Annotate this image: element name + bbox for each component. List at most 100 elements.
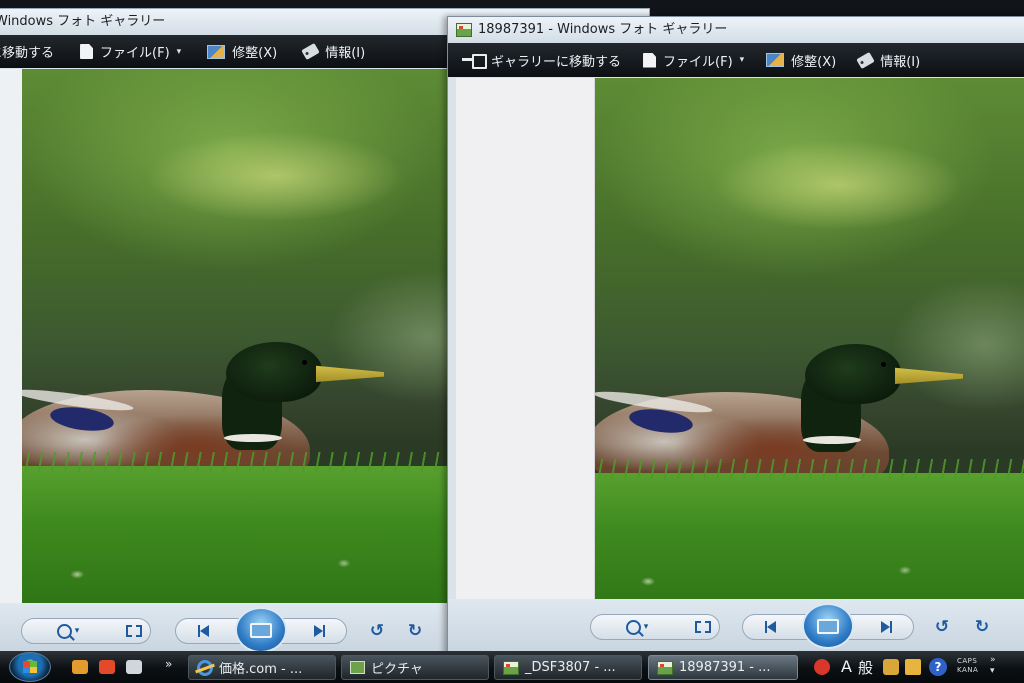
fix-button[interactable]: 修整(X) [207,42,277,61]
rotate-left-button[interactable]: ↺ [365,618,389,644]
rotate-right-button[interactable]: ↻ [403,618,427,644]
photo-gallery-window-right[interactable]: 18987391 - Windows フォト ギャラリー ギャラリーに移動する … [447,16,1024,658]
file-menu-button[interactable]: ファイル(F) ▾ [643,51,744,70]
folder-icon [350,661,365,674]
file-menu-label: ファイル(F) [663,54,733,70]
duck-eye [302,360,307,365]
info-button[interactable]: 情報(I) [301,42,366,61]
move-to-gallery-label: ギャラリーに移動する [491,54,622,70]
next-icon [313,625,325,637]
fix-photo-icon [766,53,785,67]
tag-icon [301,42,320,61]
tray-tools-icon[interactable] [905,659,921,675]
taskbar-button-label: 価格.com - ... [219,662,303,677]
slideshow-button[interactable] [235,607,287,653]
language-bar-options-icon[interactable]: » ▾ [990,655,996,677]
ie-icon [197,659,213,676]
move-to-gallery-button[interactable]: ギャラリーに移動する [462,51,621,70]
fix-label: 修整(X) [791,54,837,70]
slideshow-icon [250,622,272,638]
viewer-controls: ▾ ↺ ↻ [448,599,1024,657]
viewer-margin [456,78,595,612]
rotate-clockwise-icon: ↻ [974,616,990,637]
actual-size-icon [695,621,711,633]
duck-head [226,342,322,402]
window-title-bar[interactable]: 18987391 - Windows フォト ギャラリー [448,17,1024,43]
window-title: Windows フォト ギャラリー [0,14,166,29]
previous-icon [197,625,209,637]
dropdown-arrow-icon: ▾ [176,46,182,57]
duck-eye [881,362,886,367]
photo-gallery-icon [456,23,472,37]
zoom-button[interactable]: ▾ [622,614,652,640]
previous-button[interactable] [191,618,215,644]
caps-label: CAPS [957,657,978,665]
zoom-button[interactable]: ▾ [53,618,83,644]
rotate-counterclockwise-icon: ↺ [934,616,950,637]
move-to-gallery-button[interactable]: に移動する [0,42,54,61]
options-dropdown: ▾ [990,666,995,676]
help-icon[interactable]: ? [929,658,947,676]
move-to-gallery-label: に移動する [0,46,55,61]
viewer-margin [0,69,22,605]
quick-launch-overflow-icon[interactable]: » [165,657,172,671]
grass [22,451,482,605]
fix-photo-icon [207,44,226,59]
magnifier-icon [625,619,641,635]
document-icon [80,44,94,59]
taskbar-button-pictures[interactable]: ピクチャ [341,655,489,680]
zoom-dropdown-icon: ▾ [643,622,649,632]
tray-ime-pad-icon[interactable] [883,659,899,675]
start-button[interactable] [9,652,51,682]
taskbar-button-label: _DSF3807 - ... [525,660,616,675]
rotate-left-button[interactable]: ↺ [930,614,954,640]
magnifier-icon [56,623,72,639]
next-icon [880,621,892,633]
taskbar-button-label: 18987391 - ... [679,660,771,675]
fix-label: 修整(X) [232,46,278,61]
taskbar: » 価格.com - ... ピクチャ _DSF3807 - ... 18987… [0,651,1024,683]
window-title: 18987391 - Windows フォト ギャラリー [478,22,728,37]
info-label: 情報(I) [325,46,366,61]
go-to-gallery-icon [462,52,487,69]
zoom-dropdown-icon: ▾ [74,626,80,636]
dropdown-arrow-icon: ▾ [739,55,745,65]
taskbar-button-label: ピクチャ [371,662,423,677]
taskbar-button-dsf3807[interactable]: _DSF3807 - ... [494,655,642,680]
ime-input-mode[interactable]: A [841,657,852,676]
next-button[interactable] [307,618,331,644]
next-button[interactable] [874,614,898,640]
grass [595,459,1024,612]
quick-launch-messenger-icon[interactable] [72,660,88,674]
info-button[interactable]: 情報(I) [856,51,921,70]
rotate-right-button[interactable]: ↻ [970,614,994,640]
options-chevron: » [990,655,996,665]
quick-launch-media-icon[interactable] [99,660,115,674]
slideshow-button[interactable] [802,603,854,649]
rotate-clockwise-icon: ↻ [407,620,423,641]
file-menu-button[interactable]: ファイル(F) ▾ [80,42,181,61]
caps-kana-indicator: CAPS KANA [957,657,978,675]
ime-conversion-mode[interactable]: 般 [858,657,873,678]
actual-size-icon [126,625,142,637]
desktop: Windows フォト ギャラリー に移動する ファイル(F) ▾ 修整(X) … [0,0,1024,683]
taskbar-button-18987391[interactable]: 18987391 - ... [648,655,798,680]
quick-launch-mail-icon[interactable] [126,660,142,674]
actual-size-button[interactable] [121,618,147,644]
photo-gallery-icon [503,660,519,675]
duck-photo[interactable] [22,69,482,605]
previous-button[interactable] [758,614,782,640]
kana-label: KANA [957,666,979,674]
taskbar-button-browser[interactable]: 価格.com - ... [188,655,336,680]
photo-gallery-icon [657,660,673,675]
duck-collar [224,434,282,442]
slideshow-icon [817,618,839,634]
info-label: 情報(I) [880,54,921,70]
fix-button[interactable]: 修整(X) [766,51,836,70]
duck-collar [803,436,861,444]
duck-photo[interactable] [595,78,1024,612]
tray-language-bar-icon[interactable] [814,659,830,675]
command-toolbar: ギャラリーに移動する ファイル(F) ▾ 修整(X) 情報(I) [448,43,1024,77]
previous-icon [764,621,776,633]
actual-size-button[interactable] [690,614,716,640]
